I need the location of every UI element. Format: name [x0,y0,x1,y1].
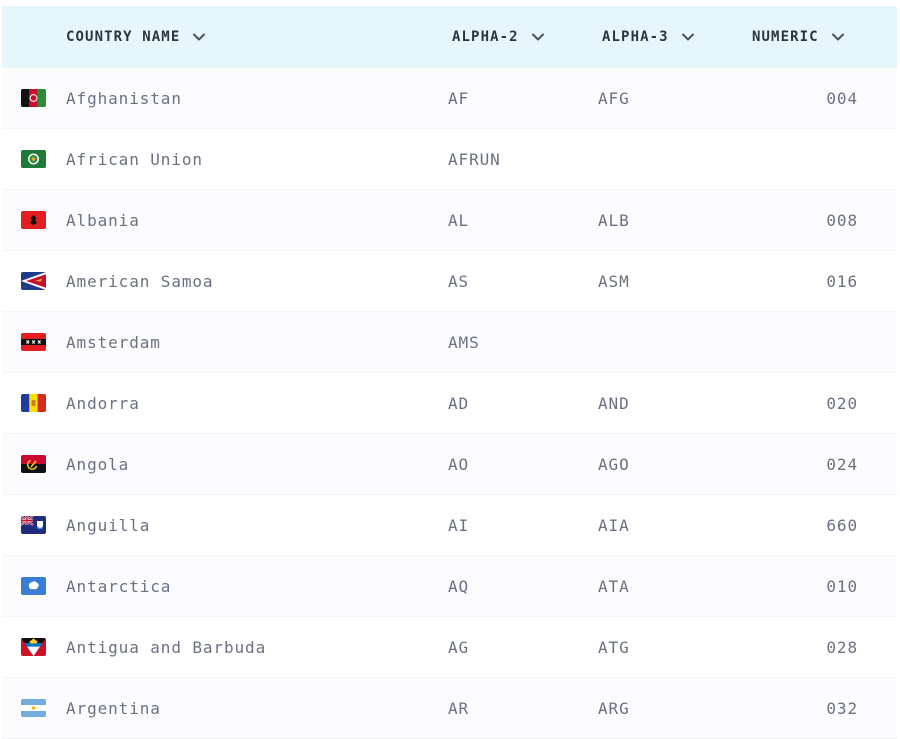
amsterdam-flag-icon [21,333,46,351]
table-row[interactable]: Antigua and Barbuda AG ATG 028 [2,617,897,678]
alpha-3-code: ALB [598,210,630,230]
country-name: African Union [66,149,203,169]
numeric-code: 020 [826,393,858,413]
numeric-code: 004 [826,88,858,108]
alpha-2-code: AO [448,454,470,474]
antarctica-flag-icon [21,577,46,595]
alpha-2-code: AD [448,393,470,413]
numeric-code: 660 [826,515,858,535]
alpha-2-code: AR [448,698,470,718]
numeric-code: 016 [826,271,858,291]
column-header-label: NUMERIC [752,28,819,45]
column-header-alpha-3[interactable]: ALPHA-3 [602,6,695,67]
table-row[interactable]: Anguilla AI AIA 660 [2,495,897,556]
numeric-code: 028 [826,637,858,657]
chevron-down-icon[interactable] [831,30,845,44]
numeric-code: 010 [826,576,858,596]
table-row[interactable]: Albania AL ALB 008 [2,190,897,251]
american-samoa-flag-icon [21,272,46,290]
alpha-3-code: ASM [598,271,630,291]
alpha-2-code: AFRUN [448,149,501,169]
table-row[interactable]: Afghanistan AF AFG 004 [2,68,897,129]
alpha-3-code: ATA [598,576,630,596]
column-header-country-name[interactable]: COUNTRY NAME [66,6,206,67]
alpha-3-code: ARG [598,698,630,718]
argentina-flag-icon [21,699,46,717]
alpha-2-code: AL [448,210,470,230]
chevron-down-icon[interactable] [192,30,206,44]
anguilla-flag-icon [21,516,46,534]
column-header-label: COUNTRY NAME [66,28,181,45]
table-row[interactable]: Amsterdam AMS [2,312,897,373]
albania-flag-icon [21,211,46,229]
angola-flag-icon [21,455,46,473]
country-name: Antarctica [66,576,172,596]
alpha-2-code: AG [448,637,470,657]
country-name: Afghanistan [66,88,182,108]
table-row[interactable]: African Union AFRUN [2,129,897,190]
alpha-3-code: AGO [598,454,630,474]
table-row[interactable]: American Samoa AS ASM 016 [2,251,897,312]
alpha-2-code: AS [448,271,470,291]
alpha-2-code: AF [448,88,470,108]
column-header-alpha-2[interactable]: ALPHA-2 [452,6,545,67]
alpha-2-code: AQ [448,576,470,596]
alpha-3-code: AND [598,393,630,413]
country-name: Andorra [66,393,140,413]
country-name: Anguilla [66,515,151,535]
chevron-down-icon[interactable] [681,30,695,44]
table-header: COUNTRY NAME ALPHA-2 ALPHA-3 NUMERIC [2,6,897,68]
country-name: Angola [66,454,130,474]
alpha-2-code: AMS [448,332,480,352]
table-row[interactable]: Angola AO AGO 024 [2,434,897,495]
african-union-flag-icon [21,150,46,168]
alpha-3-code: AFG [598,88,630,108]
numeric-code: 024 [826,454,858,474]
numeric-code: 008 [826,210,858,230]
column-header-label: ALPHA-3 [602,28,669,45]
chevron-down-icon[interactable] [531,30,545,44]
numeric-code: 032 [826,698,858,718]
alpha-3-code: ATG [598,637,630,657]
country-name: Amsterdam [66,332,161,352]
table-row[interactable]: Antarctica AQ ATA 010 [2,556,897,617]
column-header-label: ALPHA-2 [452,28,519,45]
table-row[interactable]: Argentina AR ARG 032 [2,678,897,739]
country-name: Albania [66,210,140,230]
country-name: American Samoa [66,271,214,291]
alpha-3-code: AIA [598,515,630,535]
antigua-and-barbuda-flag-icon [21,638,46,656]
andorra-flag-icon [21,394,46,412]
countries-table: COUNTRY NAME ALPHA-2 ALPHA-3 NUMERIC Afg… [2,6,897,739]
alpha-2-code: AI [448,515,470,535]
country-name: Antigua and Barbuda [66,637,267,657]
column-header-numeric[interactable]: NUMERIC [752,6,845,67]
afghanistan-flag-icon [21,89,46,107]
country-name: Argentina [66,698,161,718]
table-row[interactable]: Andorra AD AND 020 [2,373,897,434]
